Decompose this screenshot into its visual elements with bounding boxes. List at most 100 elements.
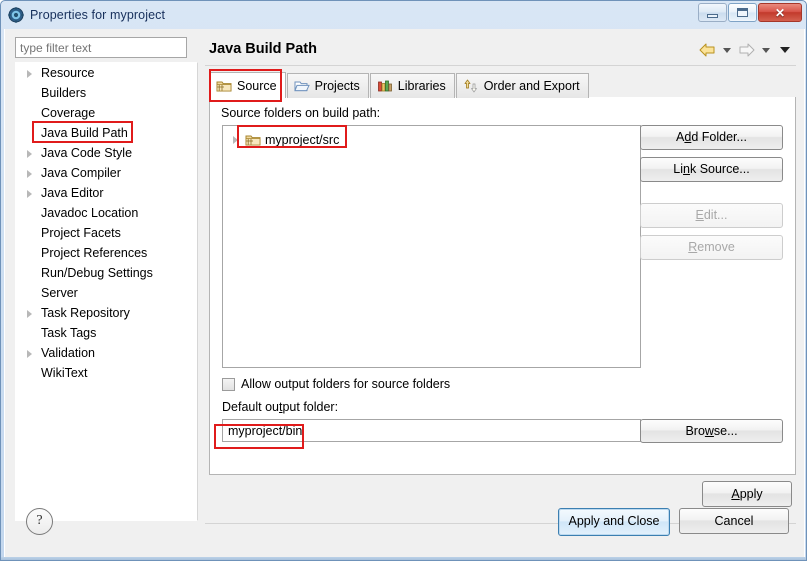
project-folder-icon	[293, 78, 310, 94]
minimize-icon	[707, 13, 718, 18]
link-source-button[interactable]: Link Source...	[640, 157, 783, 182]
expand-arrow-icon[interactable]	[24, 307, 37, 320]
expand-arrow-icon[interactable]	[24, 147, 37, 160]
cancel-button[interactable]: Cancel	[679, 508, 789, 534]
dialog-footer: ? Apply and Close Cancel	[5, 497, 806, 558]
sidebar-item-resource[interactable]: Resource	[16, 63, 197, 83]
tab-label: Source	[237, 78, 277, 93]
source-folders-label: Source folders on build path:	[221, 106, 380, 120]
sidebar-item-java-code-style[interactable]: Java Code Style	[16, 143, 197, 163]
sidebar-item-label: Java Build Path	[41, 126, 128, 140]
expand-spacer	[24, 107, 37, 120]
browse-button-label: Browse...	[685, 424, 738, 438]
sidebar-item-label: Java Compiler	[41, 166, 121, 180]
forward-arrow-icon[interactable]	[737, 42, 756, 58]
expand-spacer	[24, 87, 37, 100]
allow-output-folders-label: Allow output folders for source folders	[241, 377, 451, 391]
expand-arrow-icon[interactable]	[229, 133, 243, 147]
close-button[interactable]: ✕	[758, 3, 802, 22]
help-button[interactable]: ?	[26, 508, 53, 535]
order-export-icon	[463, 78, 479, 94]
sidebar-item-builders[interactable]: Builders	[16, 83, 197, 103]
sidebar-item-label: Resource	[41, 66, 95, 80]
properties-dialog-window: Properties for myproject ✕ Resource Buil…	[0, 0, 807, 561]
expand-spacer	[24, 287, 37, 300]
edit-button-label: Edit...	[695, 208, 728, 222]
libraries-books-icon	[377, 78, 393, 94]
source-folders-label-text: Source folders on build path:	[221, 106, 381, 120]
expand-spacer	[24, 247, 37, 260]
window-controls: ✕	[697, 3, 802, 22]
title-bar: Properties for myproject ✕	[1, 1, 806, 29]
source-folder-icon	[216, 78, 232, 94]
right-pane: Java Build Path Source Projects Librarie…	[201, 29, 804, 558]
allow-output-folders-row[interactable]: Allow output folders for source folders	[222, 377, 450, 391]
expand-arrow-icon[interactable]	[24, 67, 37, 80]
sidebar-item-label: Run/Debug Settings	[41, 266, 153, 280]
settings-nav-tree[interactable]: Resource Builders Coverage Java Build Pa…	[15, 62, 198, 521]
source-tab-panel: Source folders on build path: myproject/…	[209, 97, 796, 475]
source-folder-icon	[245, 132, 261, 148]
tab-label: Order and Export	[483, 79, 580, 93]
sidebar-item-label: Java Editor	[41, 186, 104, 200]
expand-spacer	[24, 207, 37, 220]
title-separator	[205, 65, 796, 66]
sidebar-item-label: Java Code Style	[41, 146, 133, 160]
expand-spacer	[24, 127, 37, 140]
source-folder-entry-myproject-src[interactable]: myproject/src	[223, 129, 640, 150]
tab-order-and-export[interactable]: Order and Export	[455, 73, 589, 98]
sidebar-item-validation[interactable]: Validation	[16, 343, 197, 363]
expand-spacer	[24, 267, 37, 280]
sidebar-item-run-debug-settings[interactable]: Run/Debug Settings	[16, 263, 197, 283]
sidebar-item-label: Project Facets	[41, 226, 121, 240]
maximize-button[interactable]	[728, 3, 757, 22]
edit-button[interactable]: Edit...	[640, 203, 783, 228]
window-title: Properties for myproject	[30, 8, 166, 22]
sidebar-item-label: Task Tags	[41, 326, 97, 340]
sidebar-item-label: Server	[41, 286, 78, 300]
page-nav-controls	[698, 42, 790, 58]
source-action-buttons: Add Folder... Link Source... Edit... Rem…	[640, 125, 783, 260]
forward-history-chevron-down-icon[interactable]	[762, 47, 770, 53]
sidebar-item-java-build-path[interactable]: Java Build Path	[16, 123, 197, 143]
window-bottom-edge	[1, 557, 806, 560]
back-arrow-icon[interactable]	[698, 42, 717, 58]
sidebar-item-java-editor[interactable]: Java Editor	[16, 183, 197, 203]
view-menu-chevron-down-icon[interactable]	[780, 47, 790, 53]
expand-arrow-icon[interactable]	[24, 347, 37, 360]
link-source-button-label: Link Source...	[673, 162, 750, 176]
expand-arrow-icon[interactable]	[24, 167, 37, 180]
tab-source[interactable]: Source	[209, 72, 286, 98]
sidebar-item-java-compiler[interactable]: Java Compiler	[16, 163, 197, 183]
sidebar-item-javadoc-location[interactable]: Javadoc Location	[16, 203, 197, 223]
sidebar-item-task-repository[interactable]: Task Repository	[16, 303, 197, 323]
allow-output-folders-checkbox[interactable]	[222, 377, 235, 391]
remove-button[interactable]: Remove	[640, 235, 783, 260]
sidebar-item-label: Javadoc Location	[41, 206, 139, 220]
sidebar-item-coverage[interactable]: Coverage	[16, 103, 197, 123]
expand-spacer	[24, 227, 37, 240]
sidebar-item-label: Coverage	[41, 106, 96, 120]
sidebar-item-task-tags[interactable]: Task Tags	[16, 323, 197, 343]
browse-button[interactable]: Browse...	[640, 419, 783, 443]
back-history-chevron-down-icon[interactable]	[723, 47, 731, 53]
sidebar-item-server[interactable]: Server	[16, 283, 197, 303]
sidebar-item-project-facets[interactable]: Project Facets	[16, 223, 197, 243]
add-folder-button[interactable]: Add Folder...	[640, 125, 783, 150]
default-output-folder-input[interactable]	[222, 419, 641, 442]
expand-spacer	[24, 367, 37, 380]
expand-arrow-icon[interactable]	[24, 187, 37, 200]
minimize-button[interactable]	[698, 3, 727, 22]
sidebar-item-label: Task Repository	[41, 306, 130, 320]
sidebar-item-label: Builders	[41, 86, 87, 100]
apply-and-close-button[interactable]: Apply and Close	[558, 508, 670, 536]
sidebar-item-wikitext[interactable]: WikiText	[16, 363, 197, 383]
expand-spacer	[24, 327, 37, 340]
tab-projects[interactable]: Projects	[286, 73, 369, 98]
build-path-tabstrip: Source Projects Libraries Order and Expo…	[209, 71, 796, 98]
source-folders-tree[interactable]: myproject/src	[222, 125, 641, 368]
tab-libraries[interactable]: Libraries	[369, 73, 455, 98]
sidebar-item-project-references[interactable]: Project References	[16, 243, 197, 263]
sidebar-item-label: Project References	[41, 246, 148, 260]
filter-input[interactable]	[15, 37, 187, 58]
